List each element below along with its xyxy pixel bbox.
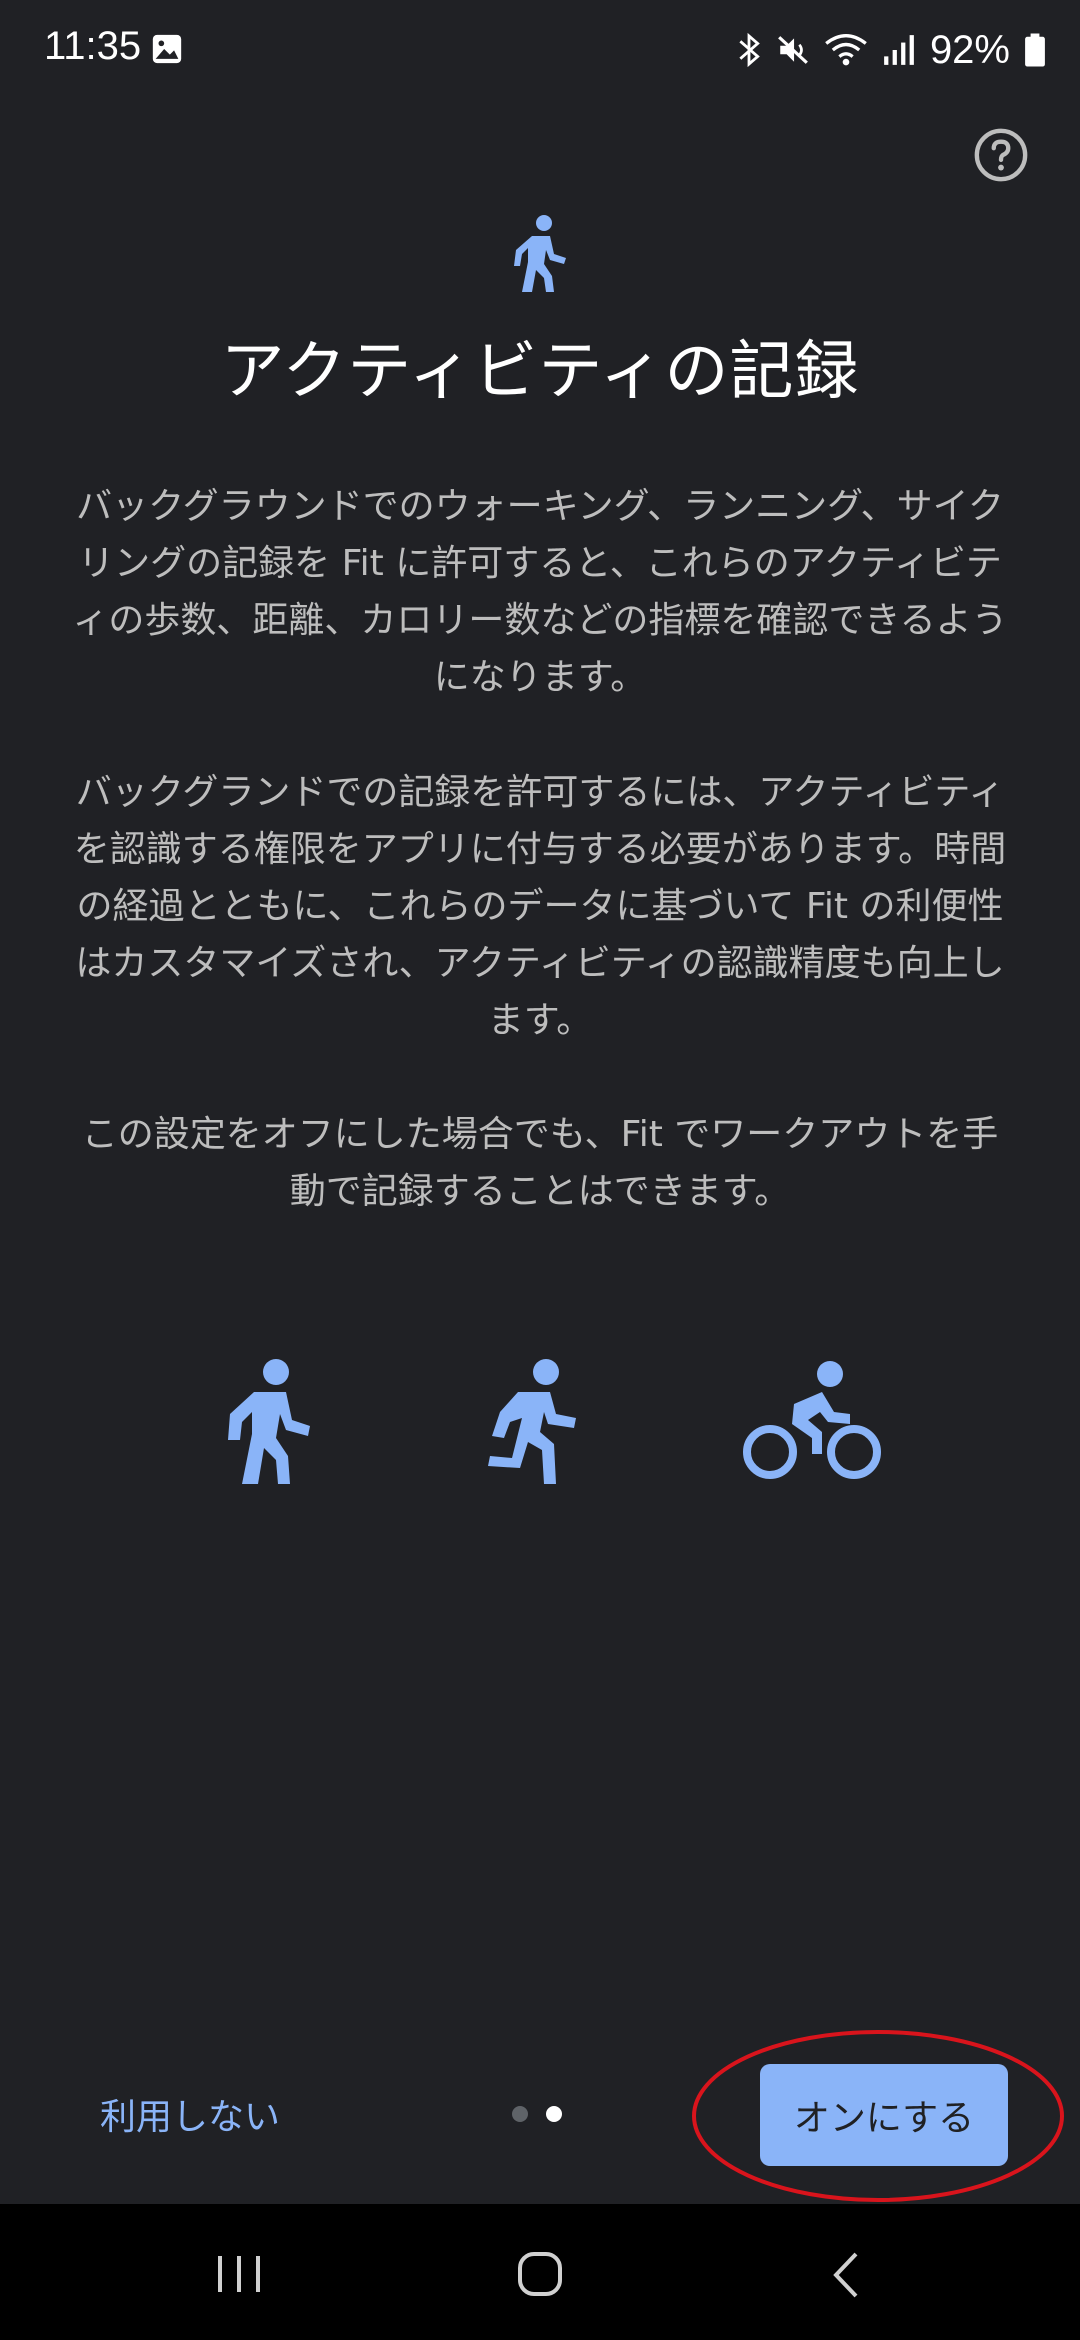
gallery-icon: [152, 34, 182, 64]
status-icons: 92%: [736, 24, 1046, 76]
bike-icon: [743, 1361, 881, 1479]
skip-button[interactable]: 利用しない: [80, 2078, 300, 2150]
page-title: アクティビティの記録: [220, 335, 860, 409]
description-paragraph-3: この設定をオフにした場合でも、Fit でワークアウトを手動で記録することはできま…: [81, 1114, 999, 1212]
run-icon: [488, 1359, 576, 1484]
help-circle-icon[interactable]: [972, 126, 1030, 184]
walk-icon: [514, 215, 566, 292]
wifi-icon: [825, 34, 867, 66]
recent-apps-icon[interactable]: [214, 2254, 264, 2294]
description-paragraph-1: バックグラウンドでのウォーキング、ランニング、サイクリングの記録を Fit に許…: [72, 486, 1008, 698]
status-bar: 11:35 92%: [0, 0, 1080, 100]
description-paragraph-2: バックグランドでの記録を許可するには、アクティビティを認識する権限をアプリに付与…: [73, 772, 1007, 1041]
page-dot-1: [512, 2106, 528, 2122]
turn-on-button[interactable]: オンにする: [760, 2064, 1008, 2166]
page-dot-2-active: [546, 2106, 562, 2122]
signal-icon: [884, 35, 914, 65]
battery-percent: 92%: [929, 27, 1010, 72]
walk-icon: [228, 1359, 310, 1484]
mute-icon: [778, 36, 808, 64]
page-indicator: [512, 2106, 562, 2122]
status-time: 11:35: [44, 24, 142, 68]
back-icon[interactable]: [828, 2250, 862, 2300]
battery-icon: [1025, 33, 1045, 67]
home-icon[interactable]: [516, 2250, 564, 2298]
bluetooth-icon: [739, 32, 760, 68]
navigation-bar: [0, 2204, 1080, 2340]
